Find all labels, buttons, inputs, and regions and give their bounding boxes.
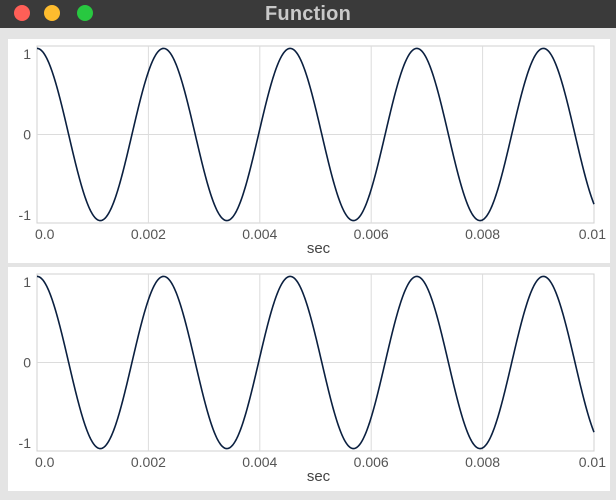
chart-panel-bottom: 0.0 0.002 0.004 0.006 0.008 0.01 1 0 -1 sec (8, 267, 610, 491)
x-tick-label: 0.004 (242, 454, 277, 470)
y-tick-label: 0 (23, 127, 31, 143)
x-tick-label: 0.006 (354, 226, 389, 242)
x-tick-label: 0.006 (354, 454, 389, 470)
y-tick-label: -1 (19, 207, 32, 223)
x-tick-label: 0.002 (131, 454, 166, 470)
x-tick-label: 0.0 (35, 226, 55, 242)
function-chart-bottom: 0.0 0.002 0.004 0.006 0.008 0.01 1 0 -1 sec (19, 273, 606, 485)
x-tick-label: 0.004 (242, 226, 277, 242)
function-chart-top: 0.0 0.002 0.004 0.006 0.008 0.01 1 0 -1 sec (19, 45, 606, 257)
y-tick-label: -1 (19, 435, 32, 451)
app-window: Function 0.0 0.002 0.004 0.006 0.008 0.01 1 0 -1… (0, 0, 616, 500)
title-bar[interactable]: Function (0, 0, 616, 29)
y-tick-label: 1 (23, 46, 31, 62)
window-title: Function (264, 3, 352, 25)
x-axis-label: sec (307, 468, 331, 485)
x-tick-label: 0.01 (579, 226, 606, 242)
x-tick-label: 0.01 (579, 454, 606, 470)
x-axis-label: sec (307, 240, 331, 257)
y-tick-label: 1 (23, 274, 31, 290)
y-tick-label: 0 (23, 355, 31, 371)
x-tick-label: 0.0 (35, 454, 55, 470)
chart-panel-top: 0.0 0.002 0.004 0.006 0.008 0.01 1 0 -1 sec (8, 39, 610, 263)
x-tick-label: 0.008 (465, 454, 500, 470)
x-tick-label: 0.002 (131, 226, 166, 242)
x-tick-label: 0.008 (465, 226, 500, 242)
window-content: 0.0 0.002 0.004 0.006 0.008 0.01 1 0 -1 sec 0.0 0.… (0, 28, 616, 500)
